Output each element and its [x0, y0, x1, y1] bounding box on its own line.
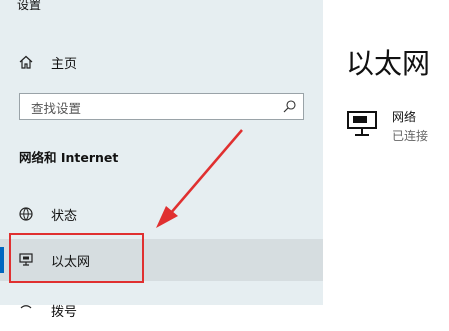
annotation-arrow [156, 129, 243, 228]
